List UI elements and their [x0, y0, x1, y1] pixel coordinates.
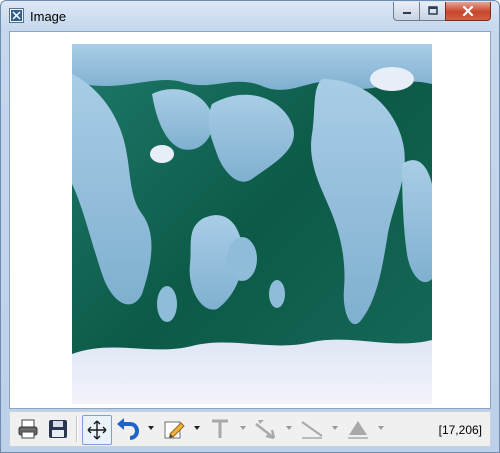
undo-dropdown-arrow[interactable] — [148, 426, 154, 430]
print-button[interactable] — [14, 415, 42, 443]
floppy-disk-icon — [49, 420, 67, 438]
title-bar[interactable]: Image — [1, 1, 499, 31]
printer-icon — [18, 419, 38, 439]
arrow-tool-icon — [255, 420, 276, 440]
pencil-dropdown-arrow[interactable] — [194, 426, 200, 430]
minimize-icon — [402, 12, 411, 14]
toolbar: [17,206] — [9, 411, 491, 447]
save-button[interactable] — [44, 415, 72, 443]
triangle-shape-icon — [348, 421, 368, 439]
toolbar-separator — [76, 416, 78, 442]
pencil-button[interactable] — [160, 415, 188, 443]
minimize-button[interactable] — [393, 2, 420, 21]
world-map-graphic — [72, 44, 432, 404]
text-tool-icon — [212, 419, 228, 438]
line-tool-dropdown-arrow[interactable] — [332, 426, 338, 430]
text-button[interactable] — [206, 415, 234, 443]
close-button[interactable] — [445, 2, 491, 21]
arrow-tool-dropdown-arrow[interactable] — [286, 426, 292, 430]
world-map-image[interactable] — [72, 44, 432, 404]
coordinates-readout: [17,206] — [438, 423, 482, 437]
arrow-tool-button[interactable] — [252, 415, 280, 443]
maximize-button[interactable] — [419, 2, 446, 21]
image-window: Image [17,206] — [0, 0, 500, 453]
shape-tool-dropdown-arrow[interactable] — [378, 426, 384, 430]
window-title: Image — [30, 9, 67, 24]
pencil-icon — [164, 421, 185, 439]
image-canvas[interactable] — [9, 31, 491, 409]
move-arrows-icon — [87, 420, 107, 440]
undo-arrow-icon — [117, 418, 140, 440]
shape-tool-button[interactable] — [344, 415, 372, 443]
app-icon — [9, 8, 24, 23]
line-tool-icon — [301, 421, 323, 439]
undo-button[interactable] — [114, 415, 142, 443]
line-tool-button[interactable] — [298, 415, 326, 443]
close-icon — [462, 6, 474, 16]
fit-button[interactable] — [82, 415, 112, 445]
text-dropdown-arrow[interactable] — [240, 426, 246, 430]
maximize-icon — [427, 6, 438, 15]
